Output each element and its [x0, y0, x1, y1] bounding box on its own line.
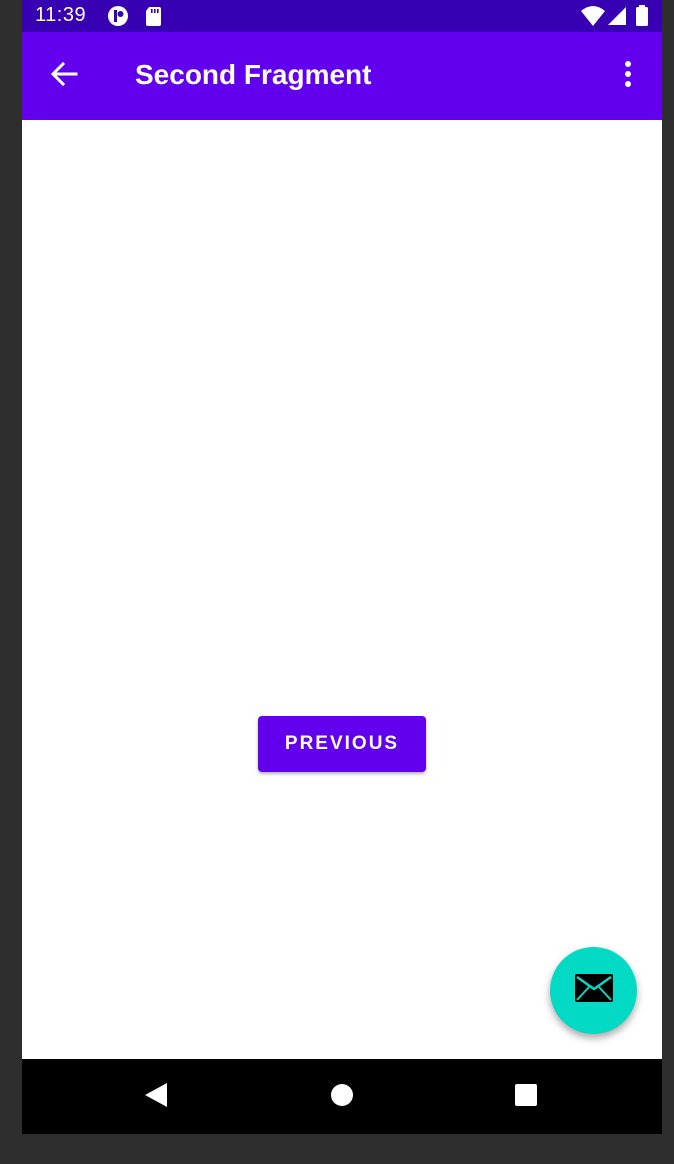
fragment-content: PREVIOUS — [22, 120, 662, 1059]
nav-home-button[interactable] — [321, 1076, 363, 1118]
screen: 11:39 Second Fragment PREVIOUS — [22, 0, 662, 1134]
app-bar: Second Fragment — [22, 32, 662, 120]
previous-button[interactable]: PREVIOUS — [258, 716, 426, 772]
overflow-menu-button[interactable] — [606, 54, 650, 98]
battery-icon — [634, 5, 650, 27]
home-circle-icon — [330, 1083, 354, 1112]
wifi-icon — [580, 5, 606, 27]
email-icon — [574, 973, 614, 1008]
status-time: 11:39 — [35, 4, 87, 26]
recents-square-icon — [514, 1083, 538, 1112]
status-bar: 11:39 — [22, 0, 662, 32]
back-button[interactable] — [42, 54, 86, 98]
signal-icon — [606, 5, 628, 27]
notification-icon — [107, 5, 129, 27]
nav-recents-button[interactable] — [505, 1076, 547, 1118]
arrow-back-icon — [50, 60, 78, 93]
device-frame: 11:39 Second Fragment PREVIOUS — [0, 0, 674, 1164]
page-title: Second Fragment — [135, 59, 372, 90]
sd-card-icon — [143, 5, 165, 27]
nav-back-button[interactable] — [135, 1076, 177, 1118]
system-nav-bar — [22, 1059, 662, 1134]
more-vert-icon — [623, 60, 633, 93]
email-fab[interactable] — [550, 947, 637, 1034]
back-triangle-icon — [143, 1081, 169, 1114]
